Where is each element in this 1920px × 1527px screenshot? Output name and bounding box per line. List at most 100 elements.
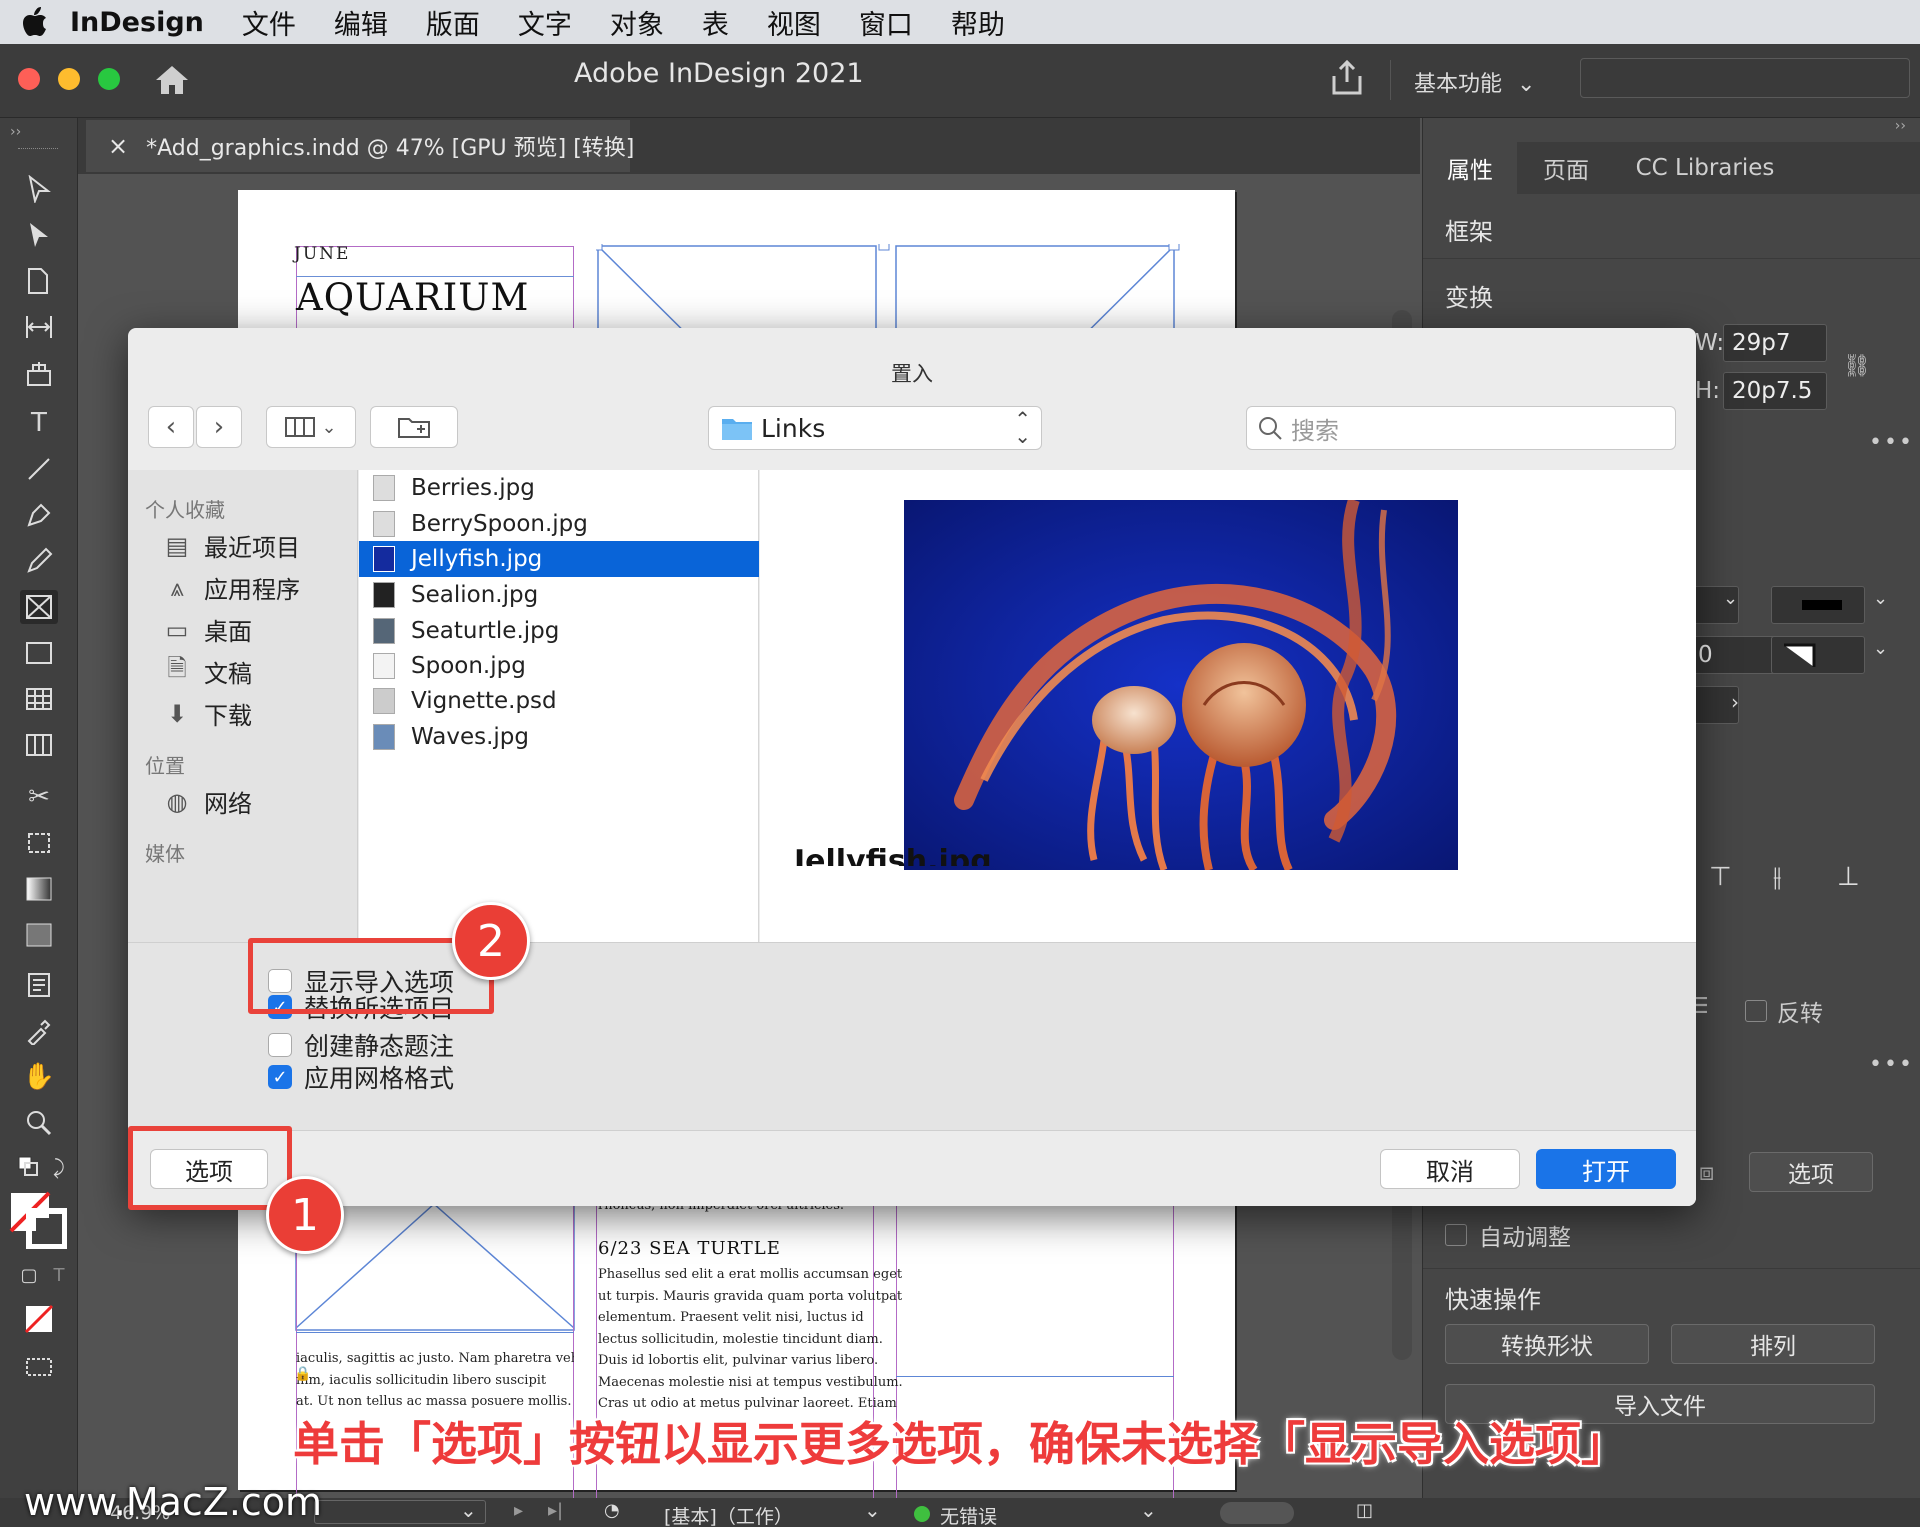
chevron-down-icon[interactable]: ⌄ <box>1723 588 1738 609</box>
view-mode-button[interactable]: ⌄ <box>266 406 356 448</box>
sidebar-item-desktop[interactable]: ▭ 桌面 <box>162 612 252 647</box>
last-page-icon[interactable]: ▸| <box>548 1500 563 1521</box>
zoom-tool-icon[interactable] <box>20 1106 58 1140</box>
tab-cc-libraries[interactable]: CC Libraries <box>1615 142 1795 194</box>
close-tab-icon[interactable]: × <box>108 132 128 160</box>
forward-button[interactable]: › <box>196 406 242 448</box>
auto-fit-checkbox[interactable]: 自动调整 <box>1445 1218 1571 1252</box>
more-options-icon[interactable]: ••• <box>1869 430 1914 455</box>
type-tool-icon[interactable]: T <box>20 406 58 440</box>
apply-grid-format-checkbox[interactable]: ✓ 应用网格格式 <box>268 1059 454 1095</box>
fitting-icon[interactable]: ⧈ <box>1699 1158 1714 1186</box>
free-transform-tool-icon[interactable] <box>20 826 58 860</box>
share-icon[interactable] <box>1330 59 1364 100</box>
split-view-icon[interactable]: ◫ <box>1356 1500 1373 1521</box>
screen-mode-icon[interactable] <box>20 1350 58 1384</box>
menu-file[interactable]: 文件 <box>242 3 296 42</box>
file-item-berries[interactable]: Berries.jpg <box>359 470 759 506</box>
tab-properties[interactable]: 属性 <box>1423 142 1517 194</box>
menu-window[interactable]: 窗口 <box>859 3 913 42</box>
next-page-icon[interactable]: ▸ <box>514 1500 523 1521</box>
back-button[interactable]: ‹ <box>148 406 194 448</box>
search-field[interactable]: 搜索 <box>1246 406 1676 450</box>
pencil-tool-icon[interactable] <box>20 544 58 578</box>
formatting-text-icon[interactable]: T <box>40 1258 78 1292</box>
sidebar-item-downloads[interactable]: ⬇ 下载 <box>162 696 252 731</box>
home-icon[interactable] <box>152 62 192 102</box>
eyedropper-tool-icon[interactable] <box>20 1014 58 1048</box>
apple-icon[interactable] <box>0 7 70 37</box>
fill-stroke-swatch-icon[interactable] <box>8 1190 68 1250</box>
sync-icon[interactable]: ◔ <box>604 1500 620 1521</box>
stroke-weight-field[interactable]: 0 <box>1689 636 1783 674</box>
gap-tool-icon[interactable] <box>20 310 58 344</box>
hand-tool-icon[interactable]: ✋ <box>20 1060 58 1094</box>
horizontal-scrollbar[interactable] <box>1220 1502 1294 1524</box>
rectangle-frame-tool-icon[interactable] <box>20 590 58 624</box>
chevron-right-icon[interactable]: › <box>1731 690 1739 714</box>
chevron-down-icon[interactable]: ⌄ <box>1140 1498 1157 1522</box>
style-status[interactable]: [基本]（工作） <box>664 1502 793 1527</box>
menu-type[interactable]: 文字 <box>518 3 572 42</box>
lock-icon[interactable]: 🔒 <box>294 1366 311 1382</box>
page-tool-icon[interactable] <box>20 264 58 298</box>
file-item-waves[interactable]: Waves.jpg <box>359 719 759 755</box>
selection-tool-icon[interactable] <box>20 172 58 206</box>
constrain-proportions-icon[interactable]: ⛓ <box>1843 354 1871 379</box>
swap-fill-stroke-icon[interactable]: ⤸ <box>40 1150 78 1184</box>
chevron-down-icon[interactable]: ⌄ <box>1873 638 1888 659</box>
invert-checkbox[interactable]: 反转 <box>1745 994 1823 1028</box>
create-static-captions-checkbox[interactable]: 创建静态题注 <box>268 1027 454 1063</box>
frame-fitting-options-button[interactable]: 选项 <box>1749 1152 1873 1192</box>
close-window-button[interactable] <box>18 68 40 90</box>
line-tool-icon[interactable] <box>20 452 58 486</box>
file-item-seaturtle[interactable]: Seaturtle.jpg <box>359 613 759 649</box>
width-field[interactable]: 29p7 <box>1723 324 1827 362</box>
tab-pages[interactable]: 页面 <box>1519 142 1613 194</box>
new-folder-button[interactable] <box>370 406 458 448</box>
open-button[interactable]: 打开 <box>1536 1149 1676 1189</box>
file-item-spoon[interactable]: Spoon.jpg <box>359 648 759 684</box>
scissors-tool-icon[interactable]: ✂ <box>20 780 58 814</box>
document-tab[interactable]: × *Add_graphics.indd @ 47% [GPU 预览] [转换] <box>86 120 634 172</box>
menu-object[interactable]: 对象 <box>610 3 664 42</box>
apply-none-icon[interactable] <box>20 1302 58 1336</box>
table-tool-icon[interactable] <box>20 682 58 716</box>
align-top-icon[interactable]: ⊤ <box>1709 862 1732 892</box>
stroke-style-swatch[interactable] <box>1771 586 1865 624</box>
content-collector-icon[interactable] <box>20 356 58 390</box>
rectangle-tool-icon[interactable] <box>20 636 58 670</box>
panel-collapse-icon[interactable]: ›› <box>10 124 21 140</box>
gradient-feather-tool-icon[interactable] <box>20 918 58 952</box>
grid-tool-icon[interactable] <box>20 728 58 762</box>
chevron-down-icon[interactable]: ⌄ <box>460 1498 477 1522</box>
menu-app-name[interactable]: InDesign <box>70 7 204 38</box>
panel-collapse-icon[interactable]: ›› <box>1895 118 1906 134</box>
sidebar-item-documents[interactable]: 🗎 文稿 <box>162 654 252 689</box>
file-item-berryspoon[interactable]: BerrySpoon.jpg <box>359 506 759 542</box>
chevron-down-icon[interactable]: ⌄ <box>1873 588 1888 609</box>
sidebar-item-applications[interactable]: ⩓ 应用程序 <box>162 570 300 605</box>
search-stock-input[interactable] <box>1580 58 1910 98</box>
sidebar-item-recents[interactable]: ▤ 最近项目 <box>162 528 300 563</box>
convert-shape-button[interactable]: 转换形状 <box>1445 1324 1649 1364</box>
file-item-jellyfish[interactable]: Jellyfish.jpg <box>359 541 759 577</box>
direct-selection-tool-icon[interactable] <box>20 218 58 252</box>
grip-icon[interactable] <box>18 148 58 151</box>
cancel-button[interactable]: 取消 <box>1380 1149 1520 1189</box>
menu-help[interactable]: 帮助 <box>951 3 1005 42</box>
pen-tool-icon[interactable] <box>20 498 58 532</box>
align-vcenter-icon[interactable]: ⫲ <box>1773 862 1781 893</box>
menu-layout[interactable]: 版面 <box>426 3 480 42</box>
file-item-sealion[interactable]: Sealion.jpg <box>359 577 759 613</box>
menu-edit[interactable]: 编辑 <box>334 3 388 42</box>
more-options-icon[interactable]: ••• <box>1869 1052 1914 1077</box>
align-bottom-icon[interactable]: ⊥ <box>1837 862 1860 892</box>
menu-view[interactable]: 视图 <box>767 3 821 42</box>
file-item-vignette[interactable]: Vignette.psd <box>359 683 759 719</box>
minimize-window-button[interactable] <box>58 68 80 90</box>
sidebar-item-network[interactable]: ◍ 网络 <box>162 784 252 819</box>
chevron-down-icon[interactable]: ⌄ <box>864 1498 881 1522</box>
gradient-swatch-tool-icon[interactable] <box>20 872 58 906</box>
preflight-status[interactable]: 无错误 <box>940 1502 997 1527</box>
